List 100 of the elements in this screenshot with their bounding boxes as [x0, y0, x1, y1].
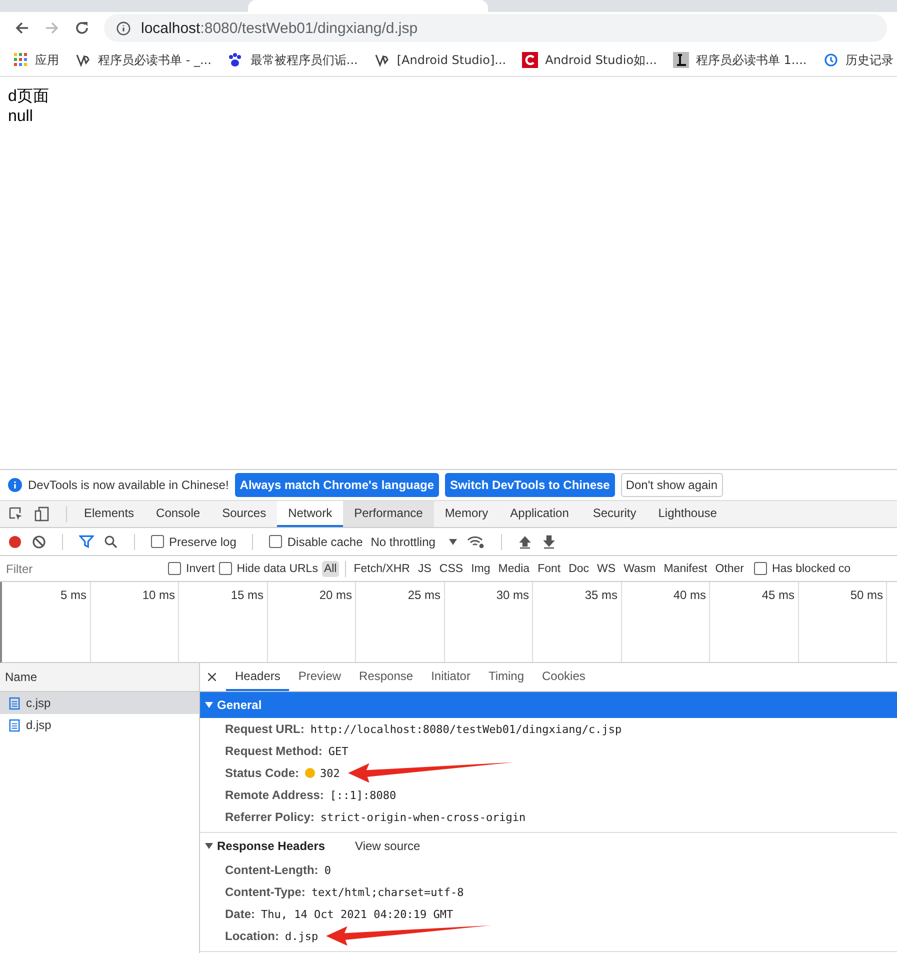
devtools-tab[interactable]: Application: [499, 501, 580, 527]
bookmark-item[interactable]: 程序员必读书单 - _...: [75, 52, 212, 68]
devtools-tab[interactable]: Security: [582, 501, 648, 527]
has-blocked-checkbox[interactable]: Has blocked co: [754, 562, 851, 575]
disclosure-triangle-icon: [205, 701, 213, 709]
device-toolbar-icon[interactable]: [34, 506, 50, 522]
timeline-tick: 25 ms: [408, 588, 440, 602]
header-name: Remote Address:: [225, 788, 324, 802]
column-header[interactable]: Name: [0, 663, 199, 692]
type-filter[interactable]: Doc: [566, 560, 592, 576]
header-name: Date:: [225, 907, 256, 921]
header-value: 0: [324, 864, 331, 876]
clear-icon[interactable]: [32, 534, 46, 548]
header-value: GET: [328, 744, 348, 758]
info-icon[interactable]: [116, 20, 131, 36]
header-name: Request URL:: [225, 722, 304, 736]
detail-tab[interactable]: Initiator: [422, 663, 480, 691]
devtools-tab[interactable]: Performance: [343, 501, 434, 527]
timeline-tick: 35 ms: [584, 588, 618, 602]
scribble-icon: [75, 52, 91, 68]
type-filter[interactable]: WS: [595, 560, 618, 576]
invert-checkbox[interactable]: Invert: [168, 562, 215, 575]
view-source-link[interactable]: View source: [355, 839, 420, 853]
devtools-tab[interactable]: Network: [277, 501, 344, 527]
detail-tab[interactable]: Response: [350, 663, 422, 691]
timeline-tick: 45 ms: [762, 588, 794, 602]
preserve-log-checkbox[interactable]: Preserve log: [151, 534, 236, 548]
apps-grid-icon: [14, 53, 28, 67]
inspect-icon[interactable]: [8, 506, 24, 522]
gothic-glyph-icon: [672, 52, 689, 68]
bookmark-item[interactable]: 历史记录: [822, 52, 894, 68]
devtools-tab[interactable]: Lighthouse: [647, 501, 728, 527]
timeline-tick: 15 ms: [230, 588, 264, 602]
header-name: Status Code:: [225, 766, 300, 780]
search-icon[interactable]: [104, 534, 118, 548]
type-filter[interactable]: Wasm: [622, 560, 658, 576]
type-filter[interactable]: CSS: [437, 560, 466, 576]
infobar-message: DevTools is now available in Chinese!: [28, 478, 229, 492]
type-filter[interactable]: Fetch/XHR: [352, 560, 412, 576]
infobar-button[interactable]: Switch DevTools to Chinese: [445, 473, 615, 497]
request-row[interactable]: c.jsp: [0, 692, 199, 714]
timeline-tick: 20 ms: [319, 588, 352, 602]
header-value: d.jsp: [285, 930, 318, 942]
page-text: d页面: [8, 87, 50, 107]
section-header[interactable]: General: [200, 692, 897, 718]
throttling-dropdown[interactable]: No throttling: [370, 534, 458, 548]
record-icon[interactable]: [8, 534, 22, 548]
timeline-tick: 5 ms: [60, 588, 86, 602]
detail-tab[interactable]: Cookies: [533, 663, 594, 691]
header-name: Content-Length:: [225, 863, 318, 877]
devtools-tab[interactable]: Elements: [73, 501, 146, 527]
infobar-button[interactable]: Don't show again: [620, 473, 723, 497]
timeline-tick: 30 ms: [496, 588, 529, 602]
header-value: http://localhost:8080/testWeb01/dingxiang/c.jsp: [310, 722, 622, 736]
section-title: General: [217, 698, 262, 712]
request-row[interactable]: d.jsp: [0, 714, 199, 736]
devtools-tab[interactable]: Memory: [434, 501, 500, 527]
wifi-gear-icon[interactable]: [467, 534, 486, 548]
detail-tab[interactable]: Timing: [479, 663, 534, 691]
filter-icon[interactable]: [79, 534, 94, 549]
infobar-button[interactable]: Always match Chrome's language: [234, 473, 440, 497]
devtools-tab[interactable]: Console: [145, 501, 212, 527]
bookmark-item[interactable]: 程序员必读书单 1....: [672, 52, 807, 68]
section-header[interactable]: Response Headers View source: [200, 833, 897, 859]
letter-tile-icon: [522, 52, 538, 68]
hide-data-urls-checkbox[interactable]: Hide data URLs: [218, 562, 318, 575]
header-value: [::1]:8080: [330, 788, 396, 802]
scribble-icon: [374, 52, 390, 68]
upload-icon[interactable]: [518, 534, 532, 548]
history-icon: [822, 52, 839, 68]
download-icon[interactable]: [542, 534, 556, 548]
type-filter[interactable]: Img: [469, 560, 492, 576]
header-value: text/html;charset=utf-8: [311, 886, 464, 898]
header-name: Content-Type:: [225, 885, 306, 899]
bookmark-item[interactable]: 应用: [14, 52, 59, 68]
disclosure-triangle-icon: [205, 842, 213, 850]
header-name: Referrer Policy:: [225, 810, 314, 824]
close-icon[interactable]: [208, 673, 216, 681]
disable-cache-checkbox[interactable]: Disable cache: [269, 534, 363, 548]
document-icon: [9, 718, 20, 732]
type-filter[interactable]: All: [322, 560, 339, 576]
header-name: Location:: [225, 929, 279, 943]
type-filter[interactable]: JS: [416, 560, 434, 576]
timeline-tick: 40 ms: [673, 588, 706, 602]
type-filter[interactable]: Media: [496, 560, 532, 576]
bookmark-item[interactable]: 最常被程序员们诟...: [227, 52, 358, 68]
detail-tab[interactable]: Preview: [289, 663, 350, 691]
type-filter[interactable]: Other: [713, 560, 746, 576]
back-icon[interactable]: [14, 20, 30, 36]
header-value: strict-origin-when-cross-origin: [320, 810, 526, 824]
address-bar[interactable]: localhost:8080/testWeb01/dingxiang/d.jsp: [104, 14, 887, 42]
info-icon: [8, 478, 22, 492]
reload-icon[interactable]: [74, 20, 90, 36]
devtools-tab[interactable]: Sources: [211, 501, 278, 527]
type-filter[interactable]: Font: [536, 560, 563, 576]
bookmark-item[interactable]: Android Studio如...: [522, 52, 657, 68]
caret-icon: [449, 538, 458, 544]
document-icon: [9, 696, 20, 710]
type-filter[interactable]: Manifest: [662, 560, 710, 576]
bookmark-item[interactable]: [Android Studio]...: [374, 52, 506, 68]
